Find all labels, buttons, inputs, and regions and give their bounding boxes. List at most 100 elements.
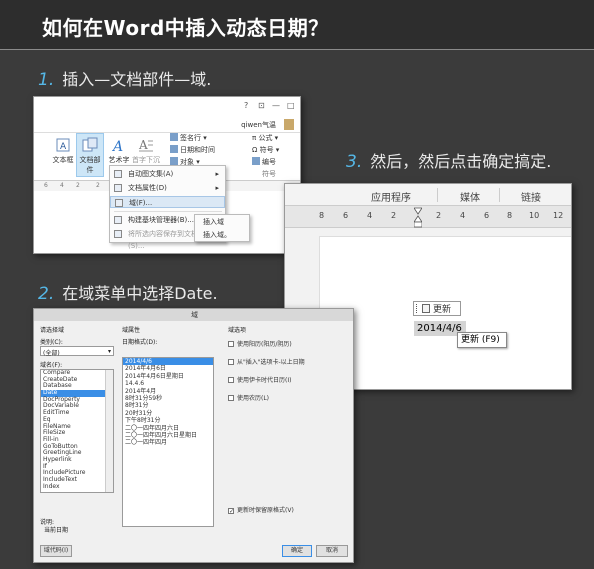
option-checkbox-3[interactable]: 使用伊卡时代日历(I) (228, 375, 291, 384)
avatar[interactable] (284, 119, 294, 130)
date-format-item[interactable]: 2014年4月6日星期日 (123, 373, 213, 380)
title-bar: 如何在Word中插入动态日期？ (0, 0, 594, 50)
date-format-item[interactable]: 14.4.6 (123, 380, 213, 387)
ruler-tick: 2 (76, 182, 80, 189)
window-title-bar: ? ⊡ — □ (34, 97, 300, 119)
ruler-tick: 6 (44, 182, 48, 189)
field-menu-item[interactable]: 域(F)... (110, 196, 225, 208)
textbox-label: 文本框 (52, 156, 74, 164)
field-name-item[interactable]: Index (41, 483, 113, 491)
ribbon-display-icon[interactable]: ⊡ (258, 101, 265, 110)
category-value: (全部) (43, 350, 60, 357)
step-3-number: 3. (346, 152, 363, 172)
drag-handle-icon (416, 304, 420, 313)
step-2-caption: 2. 在域菜单中选择Date. (38, 280, 218, 304)
svg-text:A: A (111, 139, 123, 153)
date-format-item[interactable]: 二〇一四年四月 (123, 439, 213, 446)
date-format-item[interactable]: 2014年4月6日 (123, 365, 213, 372)
signature-line-item[interactable]: 签名行 ▾ (170, 133, 207, 143)
media-tab-bar: 应用程序 媒体 链接 (285, 184, 571, 206)
word-insert-ribbon-screenshot: ? ⊡ — □ qiwen气温 A 文本框 文档部件 A 艺术字 A 首字下沉 … (33, 96, 301, 254)
field-name-item[interactable]: Hyperlink (41, 456, 113, 464)
docproperty-menu-item[interactable]: 文档属性(D) ▸ (110, 182, 225, 194)
field-codes-button[interactable]: 域代码(I) (40, 545, 72, 557)
ribbon-tab-row: qiwen气温 (34, 119, 300, 133)
date-format-item[interactable]: 8时31分 (123, 402, 213, 409)
field-names-list[interactable]: Compare CreateDate Database Date DocProperty… (40, 369, 114, 493)
symbols-group-label: 符号 (262, 170, 276, 178)
preserve-format-checkbox[interactable]: ✓ 更新时保留原格式(V) (228, 505, 294, 515)
choose-field-label: 请选择域 (40, 327, 65, 334)
tab-links[interactable]: 链接 (521, 189, 541, 204)
update-label: 更新 (433, 305, 452, 315)
user-name[interactable]: qiwen气温 (241, 120, 276, 130)
help-icon[interactable]: ? (244, 101, 248, 110)
field-props-label: 域属性 (122, 327, 141, 334)
ruler-number: 10 (529, 211, 540, 220)
step-3-caption: 3. 然后，然后点击确定搞定. (346, 148, 551, 172)
quickparts-button[interactable]: 文档部件 (76, 133, 104, 177)
datetime-icon (170, 145, 178, 153)
tab-divider (437, 188, 438, 202)
field-update-tag[interactable]: 更新 (413, 301, 461, 316)
date-formats-list[interactable]: 2014/4/6 2014年4月6日 2014年4月6日星期日 14.4.6 2014年… (122, 357, 214, 527)
step-1-text: 插入—文档部件—域. (62, 70, 212, 89)
tab-divider (499, 188, 500, 202)
equation-item[interactable]: π 公式 ▾ (252, 133, 278, 143)
textbox-button[interactable]: A 文本框 (52, 137, 74, 173)
tab-media[interactable]: 媒体 (460, 189, 480, 204)
save-selection-icon (114, 230, 122, 238)
field-submenu: 插入域 插入域。 (194, 214, 250, 242)
indent-marker-icon[interactable] (414, 206, 422, 228)
dialog-title: 域 (34, 309, 353, 321)
ruler-number: 2 (391, 211, 397, 220)
autotext-menu-item[interactable]: 自动图文集(A) ▸ (110, 168, 225, 180)
option-checkbox-2[interactable]: 从"插入"选项卡-以上日期 (228, 357, 305, 366)
insert-field-item[interactable]: 插入域 (195, 215, 249, 228)
field-name-item[interactable]: EditTime (41, 409, 113, 417)
maximize-icon[interactable]: □ (287, 101, 295, 110)
docproperty-icon (114, 184, 122, 192)
step-3-text: 然后，然后点击确定搞定. (370, 152, 552, 171)
category-select[interactable]: (全部) ▾ (40, 346, 114, 357)
date-format-item[interactable]: 二〇一四年四月六日 (123, 425, 213, 432)
quickparts-icon (82, 137, 98, 152)
update-tooltip: 更新 (F9) (457, 332, 507, 348)
date-format-item[interactable]: 下午8时31分 (123, 417, 213, 424)
page-title: 如何在Word中插入动态日期？ (42, 16, 329, 40)
svg-text:A: A (60, 142, 67, 152)
ruler-number: 4 (460, 211, 466, 220)
equation-label: π 公式 ▾ (252, 134, 279, 142)
dropcap-label: 首字下沉 (132, 156, 160, 164)
description-value: 当前日期 (44, 527, 69, 534)
symbol-item[interactable]: Ω 符号 ▾ (252, 145, 279, 155)
insert-field-item-2[interactable]: 插入域。 (195, 228, 249, 241)
ruler-number: 2 (436, 211, 442, 220)
object-icon (170, 157, 178, 165)
wordart-icon: A (111, 139, 123, 153)
minimize-icon[interactable]: — (272, 101, 280, 110)
dropcap-icon: A (138, 138, 153, 152)
field-options-label: 域选项 (228, 327, 247, 334)
scrollbar[interactable] (105, 370, 113, 492)
datetime-item[interactable]: 日期和时间 (170, 145, 215, 155)
ruler-tick: 2 (96, 182, 100, 189)
field-dialog-screenshot: 域 请选择域 类别(C): (全部) ▾ 域名(F): Compare Creat… (33, 308, 354, 563)
step-2-number: 2. (38, 284, 55, 304)
wordart-label: 艺术字 (108, 156, 130, 164)
horizontal-ruler: 8 6 4 2 2 4 6 8 10 12 (285, 206, 571, 228)
check-icon: ✓ (228, 508, 235, 515)
option-checkbox-1[interactable]: 使用阳历(阳历/阴历) (228, 339, 292, 348)
svg-text:A: A (138, 138, 148, 152)
ruler-number: 8 (507, 211, 513, 220)
date-format-item[interactable]: 2014年4月 (123, 388, 213, 395)
ruler-number: 6 (343, 211, 349, 220)
number-icon (252, 157, 260, 165)
tab-apps[interactable]: 应用程序 (371, 189, 411, 204)
cancel-button[interactable]: 取消 (316, 545, 348, 557)
field-icon (115, 199, 123, 207)
ok-button[interactable]: 确定 (282, 545, 312, 557)
number-item[interactable]: 编号 (252, 157, 276, 167)
ruler-number: 8 (319, 211, 325, 220)
option-checkbox-4[interactable]: 使用农历(L) (228, 393, 269, 402)
